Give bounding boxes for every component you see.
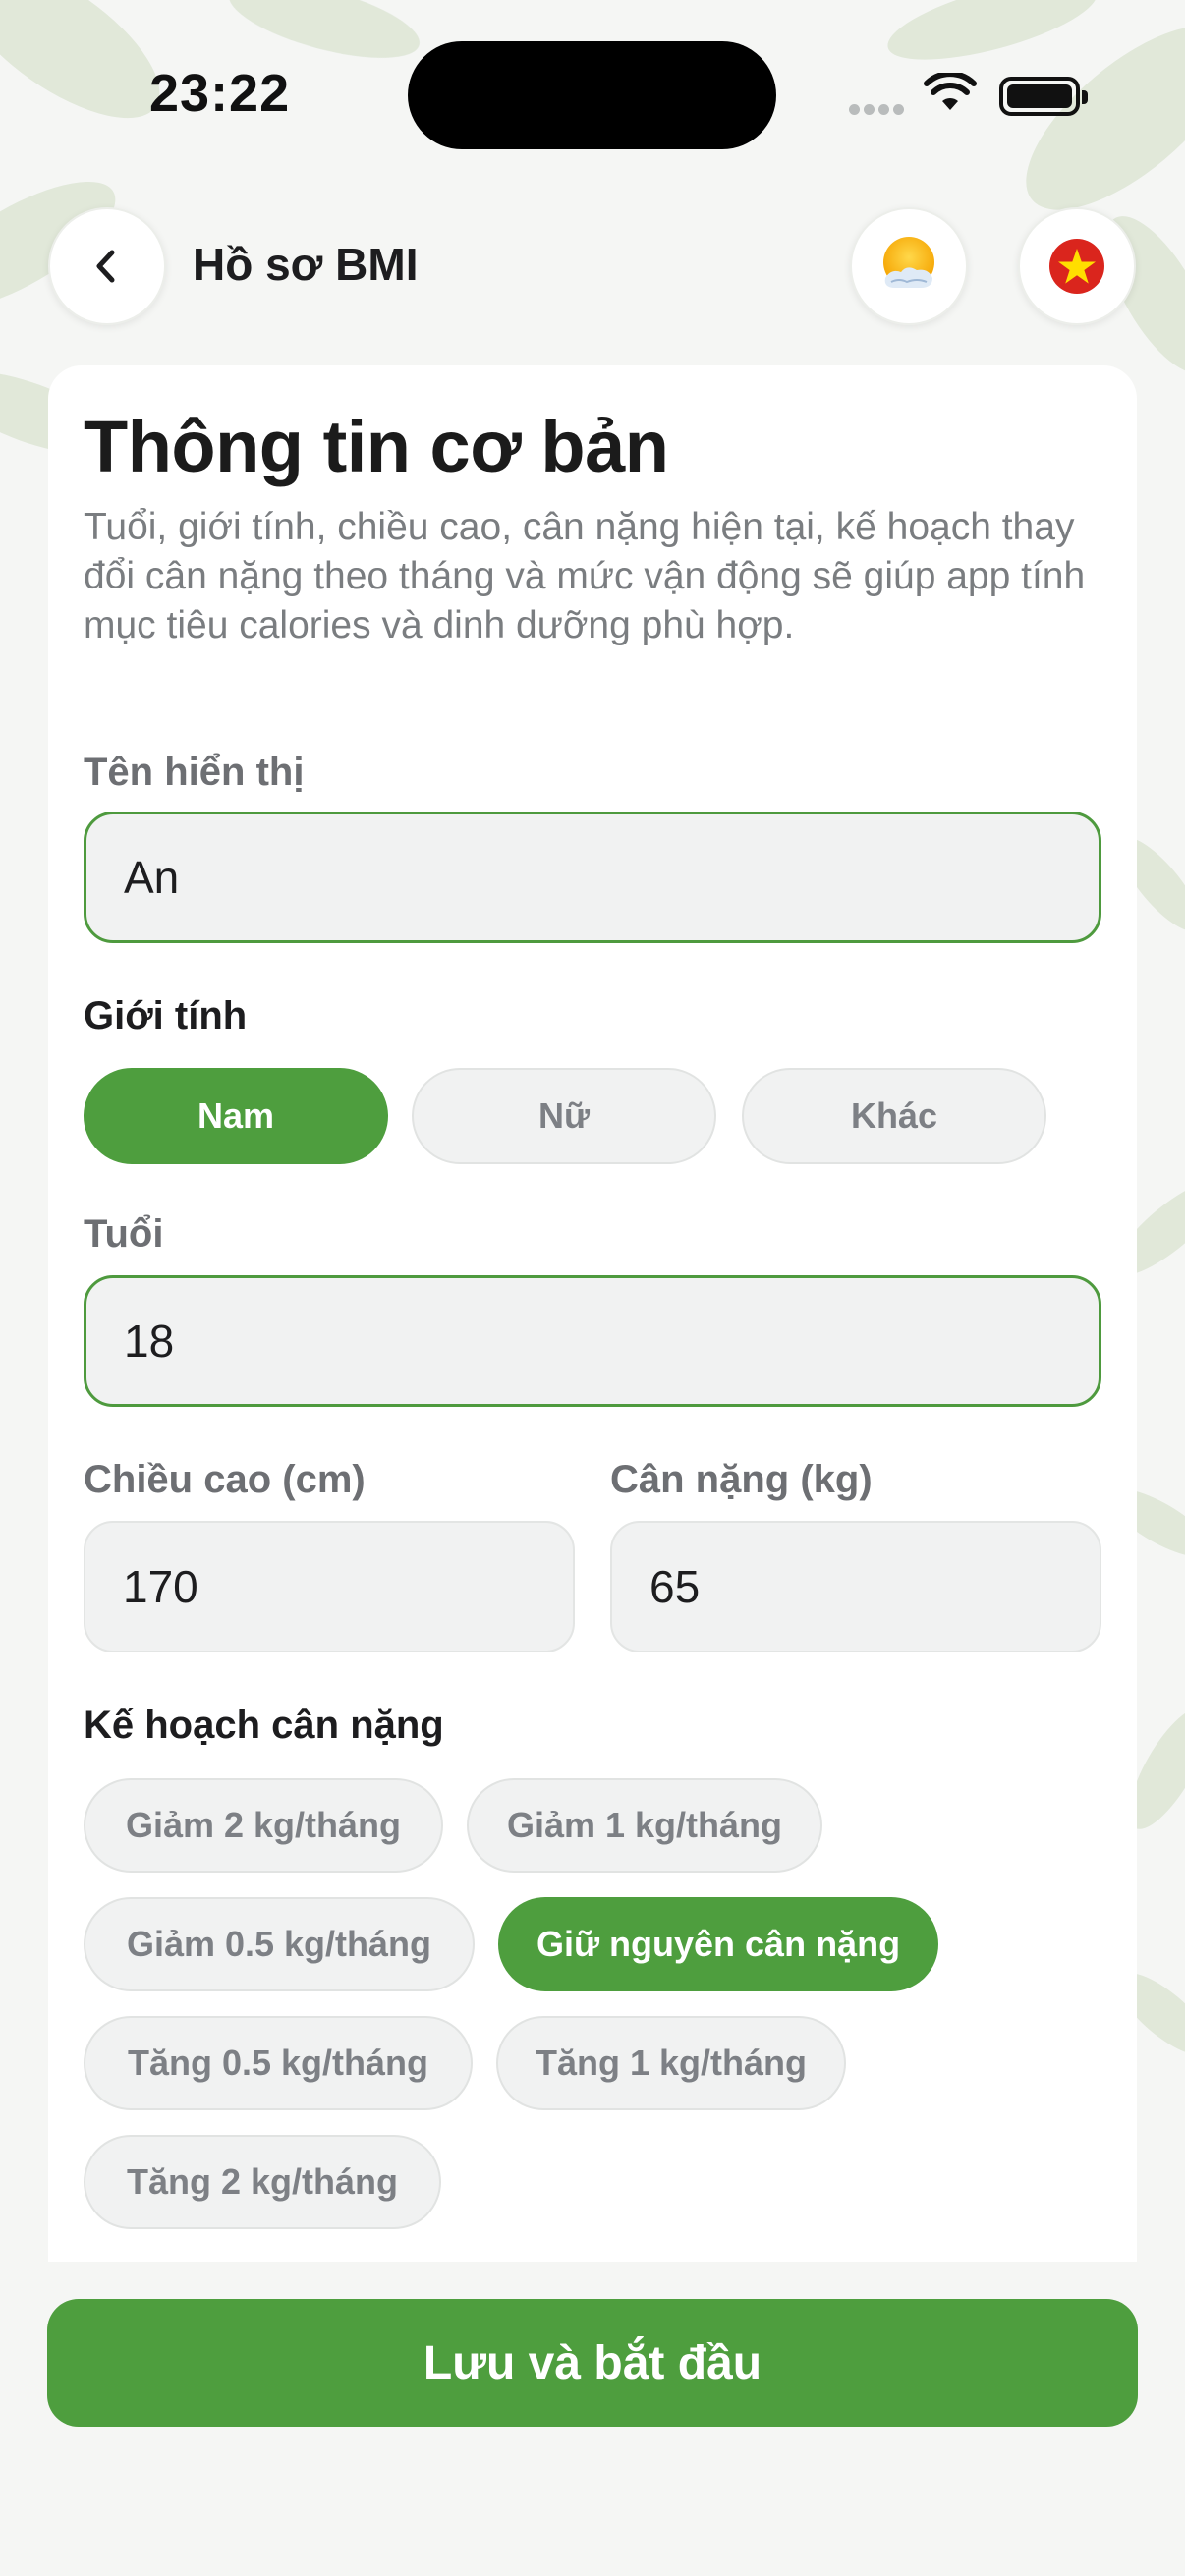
vietnam-flag-icon (1049, 239, 1104, 294)
page-title: Hồ sơ BMI (193, 239, 419, 290)
plan-option-lose-1[interactable]: Giảm 1 kg/tháng (467, 1778, 822, 1873)
weight-label: Cân nặng (kg) (610, 1458, 873, 1501)
display-name-value: An (124, 852, 180, 903)
weight-value: 65 (649, 1561, 701, 1612)
chevron-left-icon (96, 250, 115, 283)
display-name-input[interactable]: An (84, 812, 1101, 943)
age-label: Tuổi (84, 1212, 164, 1256)
back-button[interactable] (48, 207, 166, 325)
theme-toggle-button[interactable] (850, 207, 968, 325)
height-value: 170 (123, 1561, 198, 1612)
save-and-start-button[interactable]: Lưu và bắt đầu (47, 2299, 1138, 2427)
display-name-label: Tên hiển thị (84, 751, 305, 794)
wifi-icon (924, 73, 977, 110)
height-label: Chiều cao (cm) (84, 1458, 366, 1501)
height-input[interactable]: 170 (84, 1521, 575, 1652)
language-button[interactable] (1018, 207, 1136, 325)
battery-icon (999, 77, 1088, 116)
plan-option-lose-0-5[interactable]: Giảm 0.5 kg/tháng (84, 1897, 475, 1991)
gender-option-male[interactable]: Nam (84, 1068, 388, 1164)
weight-input[interactable]: 65 (610, 1521, 1101, 1652)
gender-option-other[interactable]: Khác (742, 1068, 1046, 1164)
plan-option-gain-1[interactable]: Tăng 1 kg/tháng (496, 2016, 846, 2110)
cellular-signal-icon (849, 102, 908, 115)
status-time: 23:22 (149, 64, 291, 123)
plan-option-gain-0-5[interactable]: Tăng 0.5 kg/tháng (84, 2016, 473, 2110)
plan-option-gain-2[interactable]: Tăng 2 kg/tháng (84, 2135, 441, 2229)
plan-option-lose-2[interactable]: Giảm 2 kg/tháng (84, 1778, 443, 1873)
section-description: Tuổi, giới tính, chiều cao, cân nặng hiệ… (84, 506, 1086, 646)
dynamic-island (408, 41, 776, 149)
gender-label: Giới tính (84, 994, 248, 1037)
gender-option-female[interactable]: Nữ (412, 1068, 716, 1164)
age-value: 18 (124, 1316, 175, 1367)
sun-cloud-icon (883, 237, 934, 288)
profile-form-card: Thông tin cơ bản Tuổi, giới tính, chiều … (48, 365, 1137, 2262)
age-input[interactable]: 18 (84, 1275, 1101, 1407)
status-bar: 23:22 (0, 0, 1185, 187)
section-title: Thông tin cơ bản (84, 406, 669, 487)
weight-plan-label: Kế hoạch cân nặng (84, 1704, 444, 1747)
plan-option-maintain[interactable]: Giữ nguyên cân nặng (498, 1897, 938, 1991)
